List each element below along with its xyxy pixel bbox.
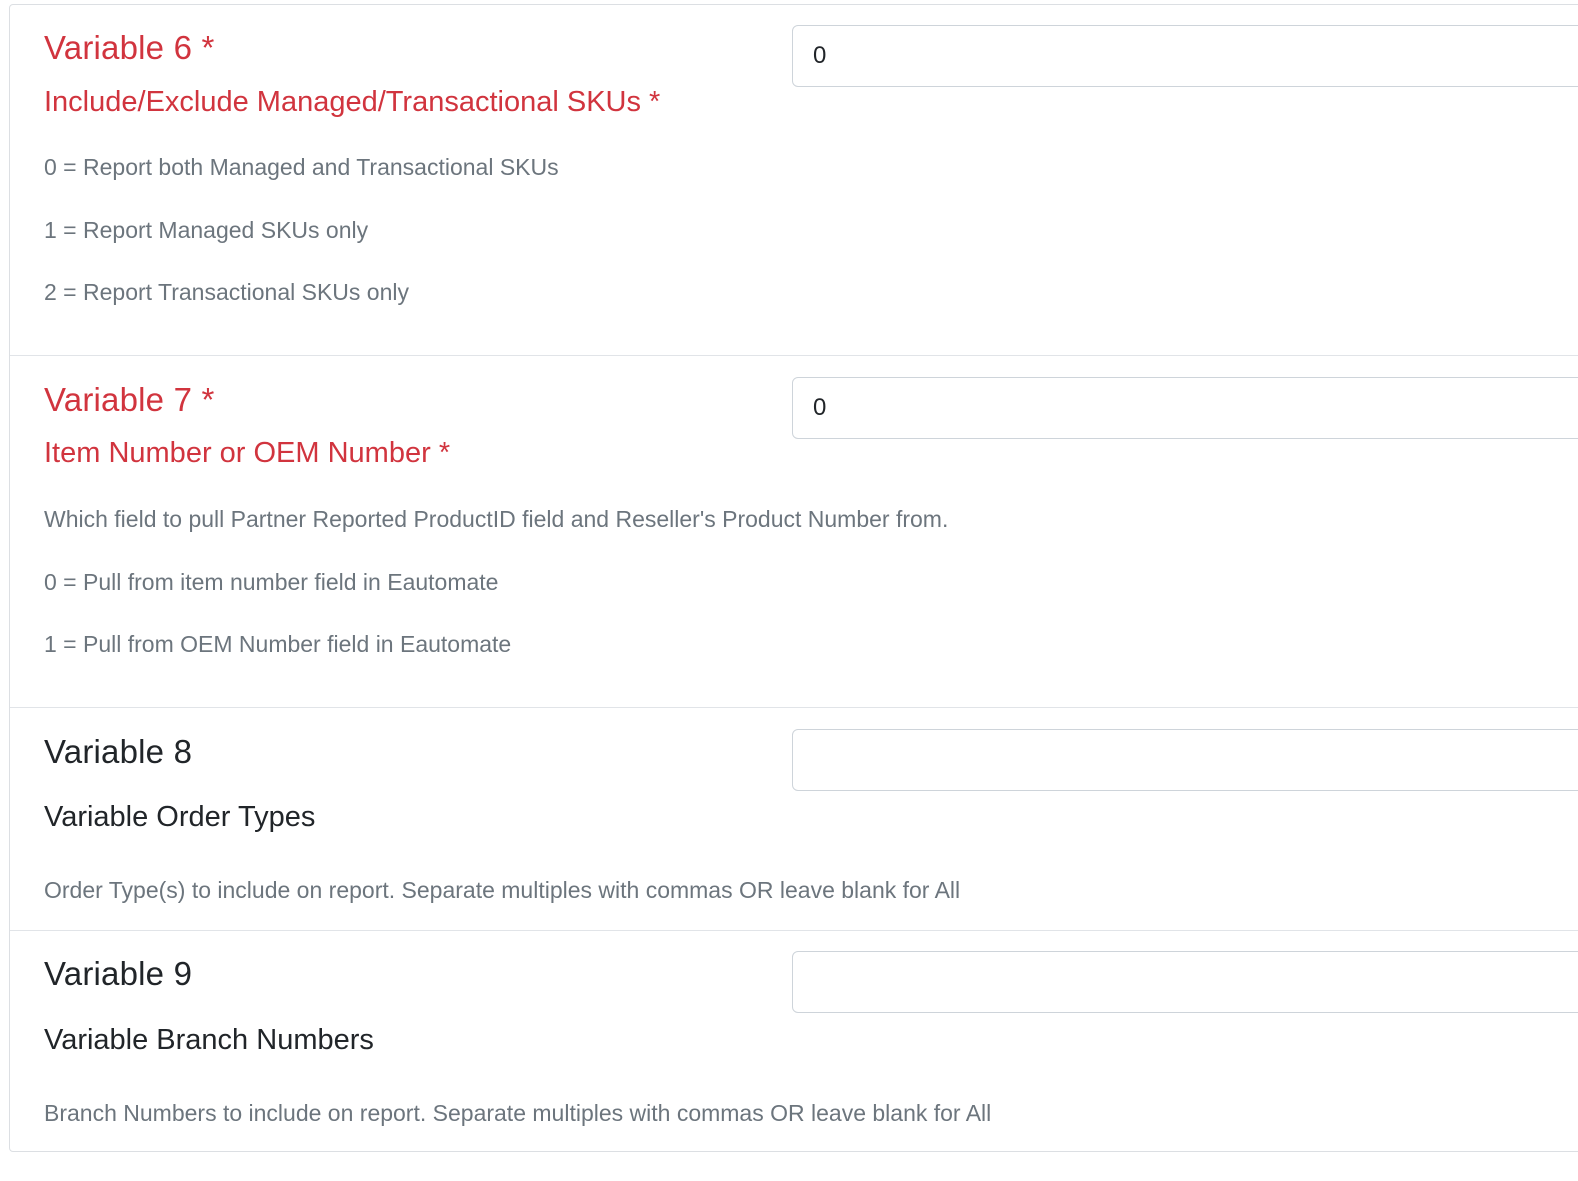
variable-7-help-3: 1 = Pull from OEM Number field in Eautom… [44,631,512,657]
variable-6-input[interactable] [792,25,1578,87]
variable-8-input[interactable] [792,729,1578,791]
variable-8-subtitle: Variable Order Types [44,801,316,833]
variable-9-help-1: Branch Numbers to include on report. Sep… [44,1100,992,1126]
variable-7-subtitle: Item Number or OEM Number * [44,437,451,469]
variable-6-title: Variable 6 * [44,29,215,66]
divider [10,355,1578,356]
variable-7-help-1: Which field to pull Partner Reported Pro… [44,506,949,532]
variable-9-title: Variable 9 [44,955,193,992]
variable-9-subtitle: Variable Branch Numbers [44,1024,374,1056]
variable-6-help-1: 0 = Report both Managed and Transactiona… [44,154,559,180]
variable-7-help-2: 0 = Pull from item number field in Eauto… [44,569,499,595]
variable-6-subtitle: Include/Exclude Managed/Transactional SK… [44,86,661,118]
variable-7-title: Variable 7 * [44,381,215,418]
variable-8-help-1: Order Type(s) to include on report. Sepa… [44,877,961,903]
variable-6-help-2: 1 = Report Managed SKUs only [44,217,369,243]
variable-6-help-3: 2 = Report Transactional SKUs only [44,279,409,305]
variable-9-input[interactable] [792,951,1578,1013]
divider [10,707,1578,708]
variables-panel: Variable 6 * Include/Exclude Managed/Tra… [9,4,1578,1152]
variable-7-input[interactable] [792,377,1578,439]
divider [10,930,1578,931]
variable-8-title: Variable 8 [44,733,193,770]
